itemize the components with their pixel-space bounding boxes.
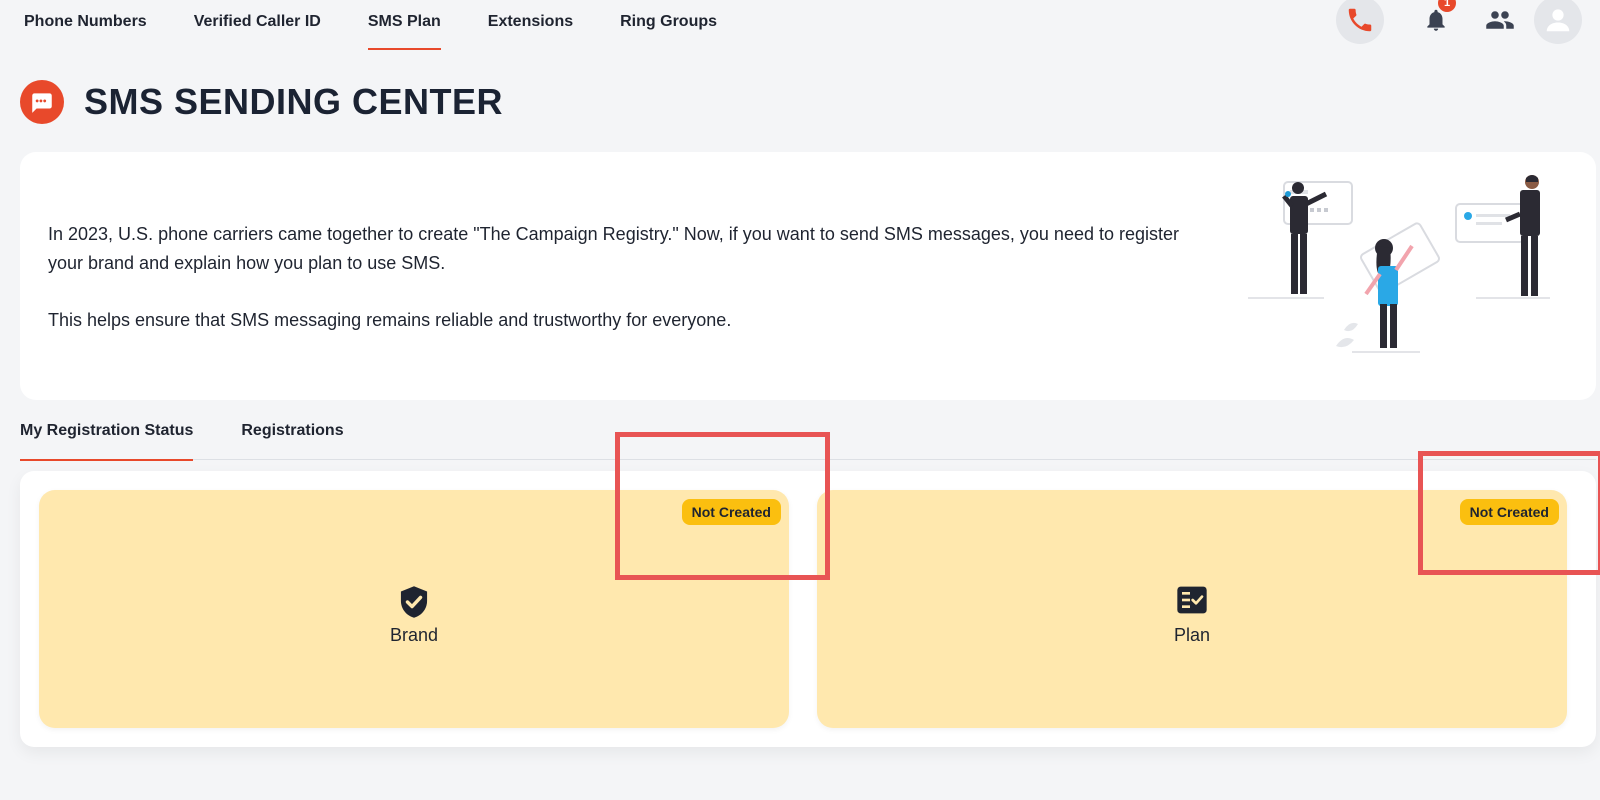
tab-registrations[interactable]: Registrations [241, 412, 343, 460]
tab-ring-groups[interactable]: Ring Groups [620, 0, 717, 50]
info-card: In 2023, U.S. phone carriers came togeth… [20, 152, 1596, 400]
user-avatar-icon [1546, 9, 1570, 32]
info-text: In 2023, U.S. phone carriers came togeth… [48, 220, 1208, 335]
plan-card-label: Plan [1173, 625, 1211, 645]
tab-verified-caller-id[interactable]: Verified Caller ID [194, 0, 321, 50]
annotation-highlight-box [615, 432, 830, 580]
users-button[interactable] [1476, 0, 1524, 44]
checklist-icon [1177, 586, 1207, 614]
notification-count-badge: 1 [1438, 0, 1456, 12]
brand-card-label: Brand [389, 625, 439, 645]
page-title: SMS SENDING CENTER [84, 81, 504, 122]
info-paragraph-2: This helps ensure that SMS messaging rem… [48, 310, 732, 330]
tab-phone-numbers[interactable]: Phone Numbers [24, 0, 147, 50]
user-avatar-button[interactable] [1534, 0, 1582, 44]
tab-extensions[interactable]: Extensions [488, 0, 573, 50]
tab-my-registration-status[interactable]: My Registration Status [20, 412, 194, 461]
tab-sms-plan[interactable]: SMS Plan [367, 0, 441, 50]
nav-tabs: Phone Numbers Verified Caller ID SMS Pla… [24, 0, 764, 52]
phone-button[interactable] [1336, 0, 1384, 44]
page-header: SMS SENDING CENTER [20, 80, 503, 124]
info-paragraph-1: In 2023, U.S. phone carriers came togeth… [48, 224, 1180, 273]
people-messaging-illustration [1248, 175, 1550, 353]
sms-chat-icon [20, 80, 64, 124]
shield-check-icon [400, 586, 428, 618]
users-icon [1486, 11, 1514, 29]
annotation-highlight-box [1418, 451, 1600, 575]
top-navigation: Phone Numbers Verified Caller ID SMS Pla… [0, 0, 1600, 52]
notifications-button[interactable]: 1 [1412, 0, 1460, 44]
phone-icon [1348, 8, 1372, 32]
nav-icon-group: 1 [1336, 0, 1596, 46]
